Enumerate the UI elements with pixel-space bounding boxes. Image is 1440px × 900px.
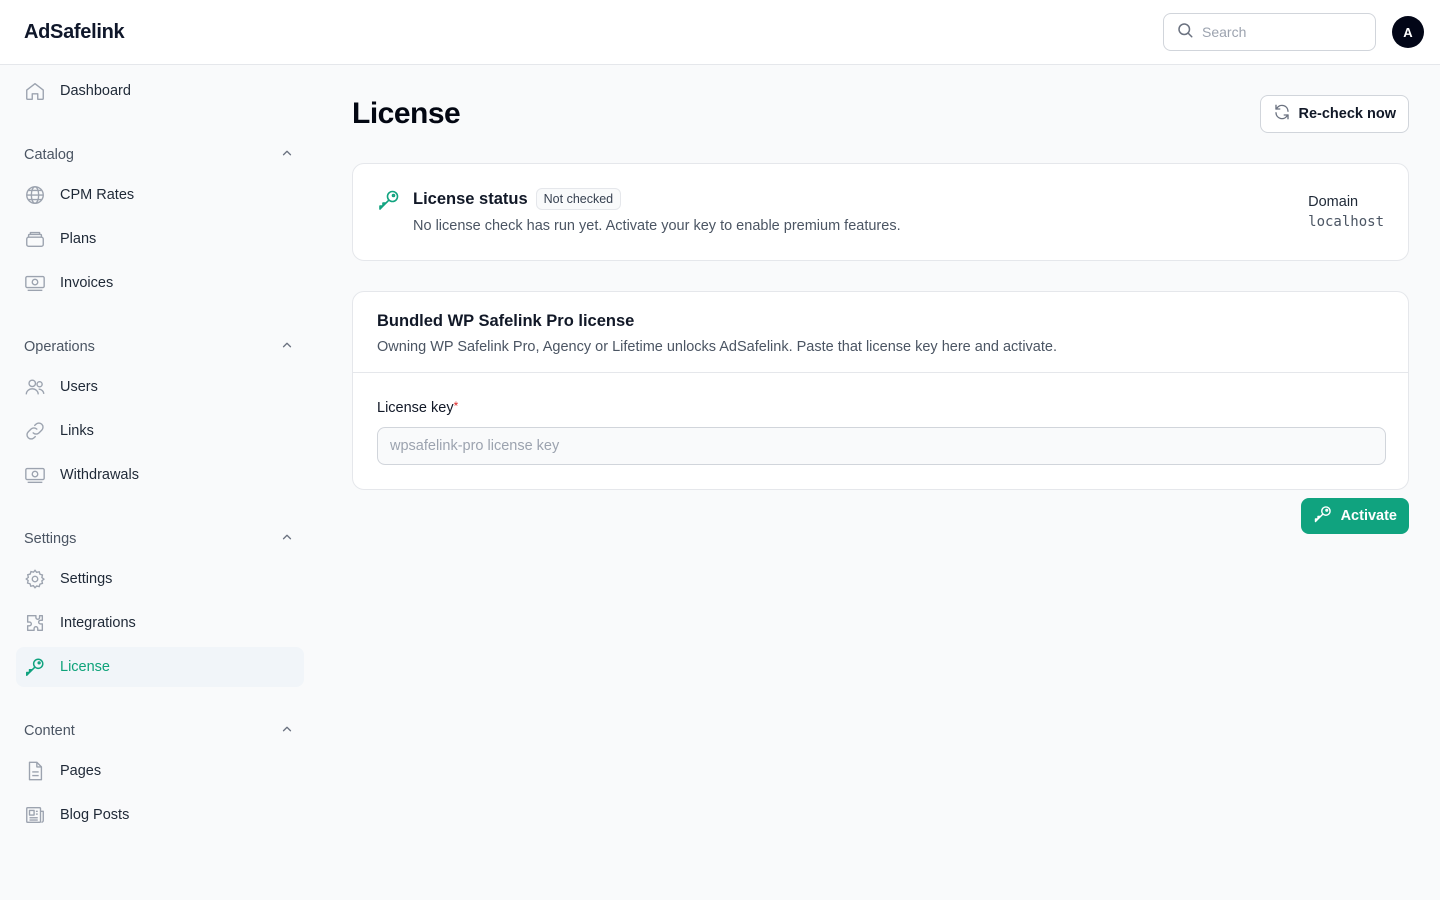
sidebar-item-integrations[interactable]: Integrations [16, 603, 304, 643]
sidebar: Dashboard Catalog CPM Rates Plans Invoic… [0, 65, 320, 900]
bundled-license-title: Bundled WP Safelink Pro license [377, 312, 635, 330]
page-header: License Re-check now [352, 65, 1409, 163]
document-icon [24, 760, 46, 782]
license-status-title: License status [413, 189, 528, 208]
sidebar-item-label: CPM Rates [60, 187, 135, 203]
sidebar-item-pages[interactable]: Pages [16, 751, 304, 791]
sidebar-item-label: Blog Posts [60, 807, 130, 823]
sidebar-item-dashboard[interactable]: Dashboard [16, 71, 304, 111]
sidebar-group-operations[interactable]: Operations [16, 327, 304, 367]
domain-block: Domain localhost [1308, 194, 1384, 230]
main-content: License Re-check now License status Not … [352, 65, 1409, 534]
sidebar-item-settings[interactable]: Settings [16, 559, 304, 599]
sidebar-item-label: Invoices [60, 275, 114, 291]
recheck-button[interactable]: Re-check now [1259, 95, 1409, 133]
banknote-icon [24, 272, 46, 294]
domain-label: Domain [1308, 194, 1359, 210]
sidebar-item-cpm-rates[interactable]: CPM Rates [16, 175, 304, 215]
refresh-icon [1273, 103, 1291, 125]
key-icon [1313, 504, 1333, 528]
topbar-right: A [1163, 13, 1424, 51]
home-icon [24, 80, 46, 102]
sidebar-item-license[interactable]: License [16, 647, 304, 687]
chevron-up-icon [280, 722, 294, 740]
license-status-text: License status Not checked No license ch… [413, 188, 901, 234]
sidebar-item-blog-posts[interactable]: Blog Posts [16, 795, 304, 835]
domain-value: localhost [1308, 214, 1384, 230]
bundled-license-form: License key* [353, 373, 1408, 465]
sidebar-item-invoices[interactable]: Invoices [16, 263, 304, 303]
puzzle-icon [24, 612, 46, 634]
sidebar-item-label: Plans [60, 231, 97, 247]
sidebar-group-label: Catalog [24, 147, 74, 163]
sidebar-item-plans[interactable]: Plans [16, 219, 304, 259]
stack-icon [24, 228, 46, 250]
sidebar-item-label: Integrations [60, 615, 136, 631]
form-actions: Activate [352, 498, 1409, 534]
banknote-icon [24, 464, 46, 486]
sidebar-item-users[interactable]: Users [16, 367, 304, 407]
recheck-label: Re-check now [1298, 106, 1397, 122]
bundled-license-description: Owning WP Safelink Pro, Agency or Lifeti… [377, 339, 1057, 355]
key-icon [377, 188, 401, 234]
search-box[interactable] [1163, 13, 1376, 51]
user-avatar[interactable]: A [1392, 16, 1424, 48]
bundled-license-header: Bundled WP Safelink Pro license Owning W… [353, 292, 1408, 373]
search-icon [1176, 21, 1194, 44]
sidebar-group-label: Operations [24, 339, 95, 355]
brand-logo[interactable]: AdSafelink [24, 21, 125, 44]
sidebar-item-label: Users [60, 379, 98, 395]
status-badge: Not checked [535, 188, 622, 210]
page-title: License [352, 97, 461, 130]
license-status-title-row: License status Not checked [413, 188, 901, 210]
license-status-info: License status Not checked No license ch… [377, 188, 901, 234]
sidebar-item-label: Settings [60, 571, 113, 587]
sidebar-item-label: License [60, 659, 110, 675]
activate-label: Activate [1340, 508, 1397, 524]
chevron-up-icon [280, 146, 294, 164]
bundled-license-card: Bundled WP Safelink Pro license Owning W… [352, 291, 1409, 490]
license-status-description: No license check has run yet. Activate y… [413, 218, 901, 234]
sidebar-item-label: Links [60, 423, 94, 439]
newspaper-icon [24, 804, 46, 826]
required-mark: * [453, 399, 459, 413]
chevron-up-icon [280, 338, 294, 356]
search-input[interactable] [1202, 24, 1352, 40]
activate-button[interactable]: Activate [1300, 498, 1409, 534]
license-key-input[interactable] [377, 427, 1386, 465]
license-key-label: License key* [377, 399, 459, 416]
globe-icon [24, 184, 46, 206]
sidebar-group-settings[interactable]: Settings [16, 519, 304, 559]
sidebar-group-content[interactable]: Content [16, 711, 304, 751]
sidebar-item-links[interactable]: Links [16, 411, 304, 451]
sidebar-item-label: Pages [60, 763, 102, 779]
license-status-card: License status Not checked No license ch… [352, 163, 1409, 261]
users-icon [24, 376, 46, 398]
sidebar-item-label: Dashboard [60, 83, 131, 99]
sidebar-item-label: Withdrawals [60, 467, 139, 483]
top-bar: AdSafelink A [0, 0, 1440, 65]
sidebar-group-label: Settings [24, 531, 77, 547]
sidebar-group-label: Content [24, 723, 75, 739]
chevron-up-icon [280, 530, 294, 548]
sidebar-group-catalog[interactable]: Catalog [16, 135, 304, 175]
license-key-label-text: License key [377, 400, 454, 416]
key-icon [24, 656, 46, 678]
gear-icon [24, 568, 46, 590]
link-icon [24, 420, 46, 442]
sidebar-item-withdrawals[interactable]: Withdrawals [16, 455, 304, 495]
